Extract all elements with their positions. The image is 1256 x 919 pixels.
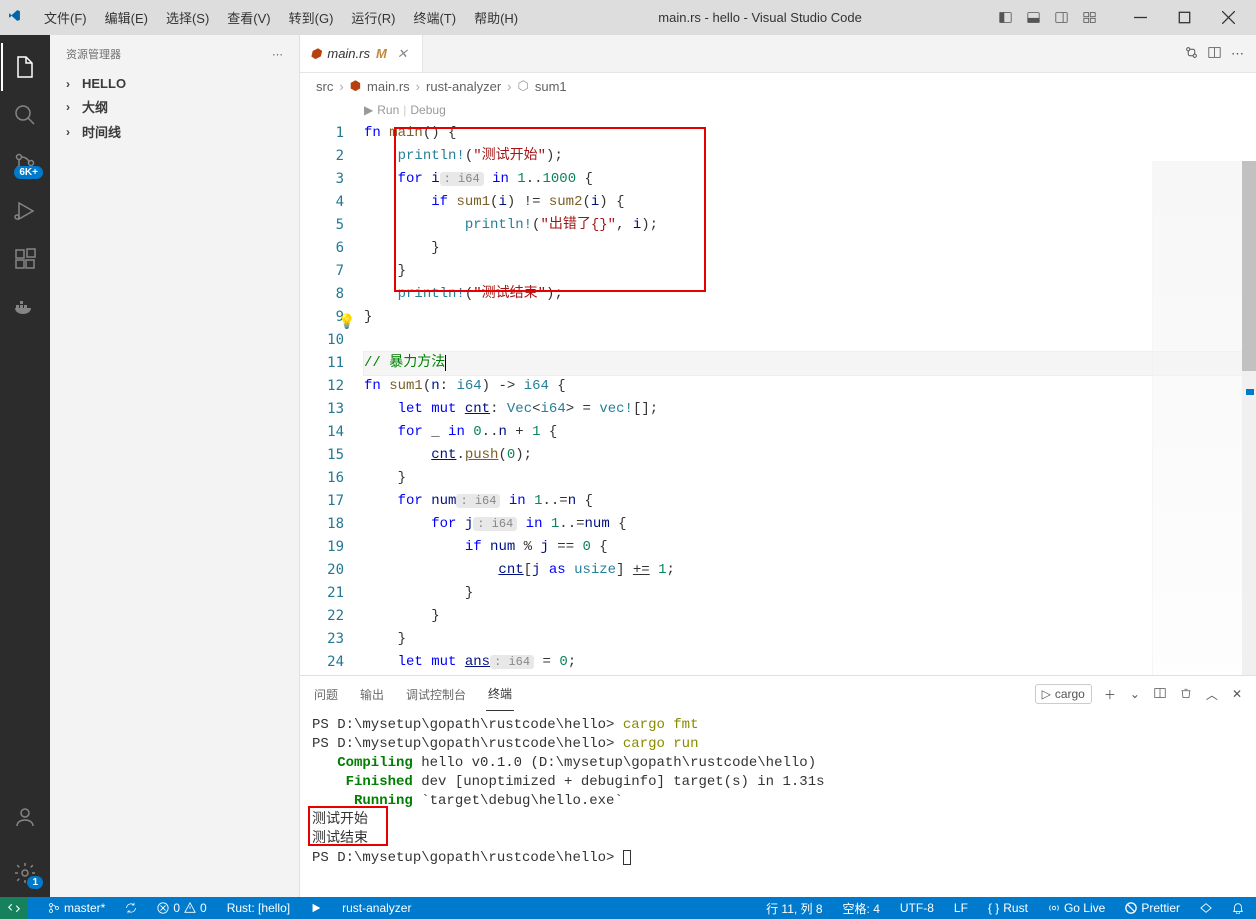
- activity-explorer-icon[interactable]: [1, 43, 49, 91]
- terminal-launch-profile[interactable]: ▷cargo: [1035, 684, 1092, 704]
- editor-tabs: ⬢ main.rs M ✕ ⋯: [300, 35, 1256, 73]
- status-debug-target[interactable]: [306, 897, 326, 919]
- compare-changes-icon[interactable]: [1185, 46, 1198, 62]
- kill-terminal-icon[interactable]: [1178, 685, 1194, 704]
- sidebar-more-icon[interactable]: ⋯: [272, 48, 283, 61]
- status-rust-project[interactable]: Rust: [hello]: [223, 897, 294, 919]
- status-bar: master* 0 0 Rust: [hello] rust-analyzer …: [0, 897, 1256, 919]
- status-go-live[interactable]: Go Live: [1044, 901, 1109, 915]
- more-actions-icon[interactable]: ⋯: [1231, 46, 1244, 62]
- sidebar-title: 资源管理器: [66, 46, 121, 62]
- activity-extensions-icon[interactable]: [1, 235, 49, 283]
- activity-settings-icon[interactable]: 1: [1, 849, 49, 897]
- editor-area: ⬢ main.rs M ✕ ⋯ src› ⬢main.rs› rust-anal…: [300, 35, 1256, 675]
- code-editor[interactable]: 123456789101112131415161718192021222324 …: [300, 99, 1256, 675]
- bottom-panel: 问题 输出 调试控制台 终端 ▷cargo ＋ ⌄ ︿ ✕ PS D:\myse…: [300, 675, 1256, 897]
- menu-file[interactable]: 文件(F): [36, 4, 95, 31]
- menu-bar: 文件(F) 编辑(E) 选择(S) 查看(V) 转到(G) 运行(R) 终端(T…: [36, 4, 526, 31]
- status-errors[interactable]: 0 0: [153, 897, 210, 919]
- tab-label: main.rs: [327, 46, 370, 61]
- tab-main-rs[interactable]: ⬢ main.rs M ✕: [300, 35, 423, 72]
- menu-terminal[interactable]: 终端(T): [405, 4, 464, 31]
- editor-scrollbar[interactable]: [1242, 161, 1256, 675]
- split-editor-icon[interactable]: [1208, 46, 1221, 62]
- settings-badge: 1: [27, 876, 43, 889]
- modified-indicator: M: [376, 46, 387, 61]
- customize-layout-icon[interactable]: [1078, 7, 1100, 29]
- rust-file-icon: ⬢: [350, 78, 361, 94]
- window-close-button[interactable]: [1208, 3, 1248, 33]
- menu-selection[interactable]: 选择(S): [158, 4, 217, 31]
- activity-search-icon[interactable]: [1, 91, 49, 139]
- rust-file-icon: ⬢: [310, 46, 321, 62]
- panel-tab-debug-console[interactable]: 调试控制台: [404, 678, 468, 711]
- status-encoding[interactable]: UTF-8: [896, 901, 938, 915]
- window-minimize-button[interactable]: [1120, 3, 1160, 33]
- menu-view[interactable]: 查看(V): [219, 4, 278, 31]
- tree-item-timeline[interactable]: ›时间线: [50, 119, 299, 144]
- window-title: main.rs - hello - Visual Studio Code: [526, 10, 994, 25]
- maximize-panel-icon[interactable]: ︿: [1204, 684, 1220, 705]
- toggle-primary-sidebar-icon[interactable]: [994, 7, 1016, 29]
- menu-edit[interactable]: 编辑(E): [97, 4, 156, 31]
- activity-bar: 6K+ 1: [0, 35, 50, 897]
- status-branch[interactable]: master*: [44, 897, 109, 919]
- activity-docker-icon[interactable]: [1, 283, 49, 331]
- status-cursor-position[interactable]: 行 11, 列 8: [762, 900, 826, 917]
- tab-close-icon[interactable]: ✕: [393, 46, 412, 62]
- tree-item-hello[interactable]: ›HELLO: [50, 73, 299, 94]
- panel-tab-output[interactable]: 输出: [358, 678, 386, 711]
- status-eol[interactable]: LF: [950, 901, 972, 915]
- toggle-secondary-sidebar-icon[interactable]: [1050, 7, 1072, 29]
- window-maximize-button[interactable]: [1164, 3, 1204, 33]
- explorer-sidebar: 资源管理器 ⋯ ›HELLO ›大纲 ›时间线: [50, 35, 300, 897]
- overview-ruler-mark: [1246, 389, 1254, 395]
- status-rust-analyzer[interactable]: rust-analyzer: [338, 897, 415, 919]
- new-terminal-icon[interactable]: ＋: [1102, 684, 1118, 705]
- activity-run-debug-icon[interactable]: [1, 187, 49, 235]
- close-panel-icon[interactable]: ✕: [1230, 685, 1244, 703]
- menu-help[interactable]: 帮助(H): [466, 4, 526, 31]
- lightbulb-icon[interactable]: 💡: [338, 312, 355, 335]
- menu-go[interactable]: 转到(G): [281, 4, 342, 31]
- status-feedback-icon[interactable]: [1196, 902, 1216, 914]
- line-numbers: 123456789101112131415161718192021222324: [300, 99, 358, 675]
- scm-badge: 6K+: [14, 166, 43, 179]
- activity-accounts-icon[interactable]: [1, 793, 49, 841]
- toggle-panel-icon[interactable]: [1022, 7, 1044, 29]
- breadcrumb[interactable]: src› ⬢main.rs› rust-analyzer› ⬡sum1: [300, 73, 1256, 99]
- menu-run[interactable]: 运行(R): [343, 4, 403, 31]
- vscode-logo-icon: [8, 9, 26, 27]
- terminal[interactable]: PS D:\mysetup\gopath\rustcode\hello> car…: [300, 712, 1256, 897]
- status-language[interactable]: { } Rust: [984, 901, 1032, 915]
- status-indentation[interactable]: 空格: 4: [839, 900, 884, 917]
- status-sync[interactable]: [121, 897, 141, 919]
- status-prettier[interactable]: Prettier: [1121, 901, 1184, 915]
- activity-source-control-icon[interactable]: 6K+: [1, 139, 49, 187]
- status-notifications-icon[interactable]: [1228, 902, 1248, 914]
- codelens[interactable]: ▶Run|Debug: [364, 99, 1256, 122]
- panel-tab-problems[interactable]: 问题: [312, 678, 340, 711]
- symbol-icon: ⬡: [518, 78, 529, 94]
- panel-tab-terminal[interactable]: 终端: [486, 677, 514, 711]
- title-bar: 文件(F) 编辑(E) 选择(S) 查看(V) 转到(G) 运行(R) 终端(T…: [0, 0, 1256, 35]
- split-terminal-icon[interactable]: [1152, 685, 1168, 704]
- tree-item-outline[interactable]: ›大纲: [50, 94, 299, 119]
- remote-indicator[interactable]: [0, 897, 28, 919]
- terminal-dropdown-icon[interactable]: ⌄: [1128, 685, 1142, 703]
